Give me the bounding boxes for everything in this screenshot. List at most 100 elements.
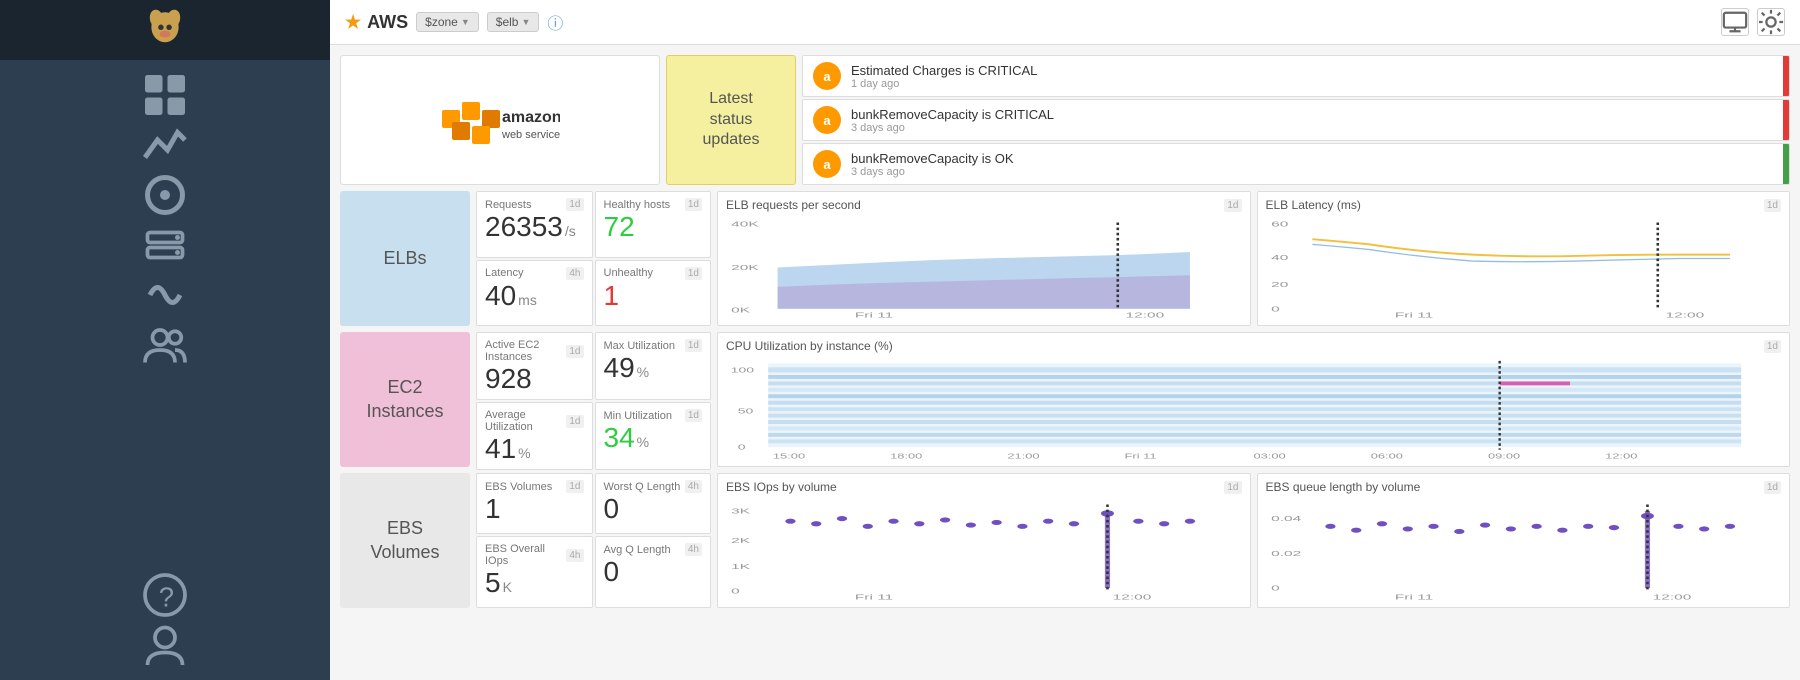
ebs-metric-tiles: EBS Volumes 1d 1 Worst Q Length 4h 0 EBS… (476, 473, 711, 608)
svg-text:40: 40 (1271, 253, 1288, 262)
ec2-active-value: 928 (485, 365, 584, 393)
ec2-maxutil-period: 1d (685, 339, 702, 352)
elb-latency-value: 40 (485, 282, 516, 310)
ebs-iops-chart-title: EBS IOps by volume (726, 480, 837, 494)
zone-filter[interactable]: $zone ▼ (416, 12, 479, 32)
elb-requests-unit: /s (565, 223, 576, 239)
svg-text:20K: 20K (731, 263, 760, 272)
elb-rps-chart[interactable]: ELB requests per second 1d 40K 20K 0K (717, 191, 1251, 326)
ebs-label: EBS Volumes (340, 473, 470, 608)
ec2-minutil-tile: Min Utilization 1d 34 % (595, 402, 712, 470)
svg-text:1K: 1K (731, 562, 751, 571)
top-bar-right (1721, 8, 1785, 36)
ebs-queue-chart-period: 1d (1764, 481, 1781, 494)
elb-requests-label: Requests (485, 199, 531, 211)
svg-text:0.04: 0.04 (1271, 514, 1301, 523)
settings-button[interactable] (1757, 8, 1785, 36)
ec2-metric-tiles: Active EC2 Instances 1d 928 Max Utilizat… (476, 332, 711, 467)
ec2-cpu-chart-area: 100 50 0 (726, 357, 1781, 460)
svg-text:40K: 40K (731, 219, 760, 228)
elb-filter[interactable]: $elb ▼ (487, 12, 540, 32)
svg-text:21:00: 21:00 (1007, 453, 1040, 460)
ec2-avgutil-period: 1d (566, 415, 583, 428)
alert-title-2: bunkRemoveCapacity is OK (851, 151, 1779, 166)
ec2-maxutil-value: 49 (604, 354, 635, 382)
ec2-avgutil-tile: Average Utilization 1d 41 % (476, 402, 593, 470)
sidebar-logo (0, 0, 330, 60)
ebs-volumes-period: 1d (566, 480, 583, 493)
ec2-cpu-chart[interactable]: CPU Utilization by instance (%) 1d 100 5… (717, 332, 1790, 467)
sidebar-item-apm[interactable] (0, 270, 330, 320)
row-hero: amazon web services™ Lateststatusupdates… (340, 55, 1790, 185)
ebs-charts: EBS IOps by volume 1d 3K 2K 1K 0 (717, 473, 1790, 608)
latest-status-text: Lateststatusupdates (703, 89, 760, 151)
elb-metric-tiles: Requests 1d 26353 /s Healthy hosts 1d 72 (476, 191, 711, 326)
svg-text:2K: 2K (731, 536, 751, 545)
alert-content-1: bunkRemoveCapacity is CRITICAL 3 days ag… (851, 107, 1779, 134)
alert-item-0: a Estimated Charges is CRITICAL 1 day ag… (802, 55, 1790, 97)
elb-latency-period: 4h (566, 267, 583, 280)
alert-content-2: bunkRemoveCapacity is OK 3 days ago (851, 151, 1779, 178)
help-icon[interactable]: ⓘ (547, 10, 563, 34)
top-bar-left: ★ AWS $zone ▼ $elb ▼ ⓘ (345, 10, 563, 34)
ec2-cpu-chart-period: 1d (1764, 340, 1781, 353)
ec2-active-period: 1d (566, 345, 583, 358)
elb-unhealthy-value: 1 (604, 282, 703, 310)
svg-text:3K: 3K (731, 506, 751, 515)
alert-icon-0: a (813, 62, 841, 90)
ebs-iops-chart[interactable]: EBS IOps by volume 1d 3K 2K 1K 0 (717, 473, 1251, 608)
elb-latency-chart-period: 1d (1764, 199, 1781, 212)
sidebar-item-team[interactable] (0, 320, 330, 370)
ec2-avgutil-unit: % (518, 445, 530, 461)
svg-text:0K: 0K (731, 306, 751, 315)
elb-latency-chart-title: ELB Latency (ms) (1266, 198, 1361, 212)
elb-unhealthy-tile: Unhealthy 1d 1 (595, 260, 712, 327)
sidebar-item-metrics[interactable] (0, 120, 330, 170)
ec2-minutil-period: 1d (685, 409, 702, 422)
ebs-worstq-value: 0 (604, 495, 703, 523)
elb-latency-chart[interactable]: ELB Latency (ms) 1d 60 40 20 0 (1257, 191, 1791, 326)
alert-item-2: a bunkRemoveCapacity is OK 3 days ago (802, 143, 1790, 185)
ebs-iops-chart-period: 1d (1224, 481, 1241, 494)
alert-title-1: bunkRemoveCapacity is CRITICAL (851, 107, 1779, 122)
alert-icon-2: a (813, 150, 841, 178)
svg-text:100: 100 (731, 366, 754, 374)
ec2-minutil-label: Min Utilization (604, 410, 672, 422)
elb-requests-value: 26353 (485, 213, 563, 241)
aws-logo-panel: amazon web services™ (340, 55, 660, 185)
svg-text:18:00: 18:00 (890, 453, 923, 460)
elb-rps-chart-period: 1d (1224, 199, 1241, 212)
dashboard: amazon web services™ Lateststatusupdates… (330, 45, 1800, 680)
ebs-iops-period: 4h (566, 549, 583, 562)
ebs-iops-value: 5 (485, 569, 501, 597)
sidebar-item-help[interactable]: ? (0, 570, 330, 620)
ec2-minutil-value: 34 (604, 424, 635, 452)
sidebar-item-dashboards[interactable] (0, 70, 330, 120)
svg-text:12:00: 12:00 (1605, 453, 1638, 460)
sidebar-item-monitors[interactable] (0, 170, 330, 220)
ebs-avgq-tile: Avg Q Length 4h 0 (595, 536, 712, 608)
alert-title-0: Estimated Charges is CRITICAL (851, 63, 1779, 78)
ec2-avgutil-value: 41 (485, 435, 516, 463)
svg-text:0: 0 (731, 586, 740, 595)
svg-text:Fri 11: Fri 11 (1125, 453, 1157, 460)
ebs-avgq-value: 0 (604, 558, 703, 586)
ec2-label: EC2 Instances (340, 332, 470, 467)
svg-text:12:00: 12:00 (1113, 593, 1152, 601)
svg-text:20: 20 (1271, 280, 1288, 289)
ebs-iops-unit: K (503, 579, 512, 595)
elb-healthy-tile: Healthy hosts 1d 72 (595, 191, 712, 258)
svg-text:amazon: amazon (502, 109, 560, 126)
svg-text:09:00: 09:00 (1488, 453, 1521, 460)
monitor-button[interactable] (1721, 8, 1749, 36)
alert-item-1: a bunkRemoveCapacity is CRITICAL 3 days … (802, 99, 1790, 141)
elb-unhealthy-period: 1d (685, 267, 702, 280)
ebs-queue-chart[interactable]: EBS queue length by volume 1d 0.04 0.02 … (1257, 473, 1791, 608)
elb-latency-label: Latency (485, 267, 524, 279)
sidebar-item-infrastructure[interactable] (0, 220, 330, 270)
sidebar-item-user[interactable] (0, 620, 330, 670)
ebs-iops-tile: EBS Overall IOps 4h 5 K (476, 536, 593, 608)
sidebar: ? (0, 0, 330, 680)
ec2-active-tile: Active EC2 Instances 1d 928 (476, 332, 593, 400)
svg-text:Fri 11: Fri 11 (1394, 311, 1433, 319)
